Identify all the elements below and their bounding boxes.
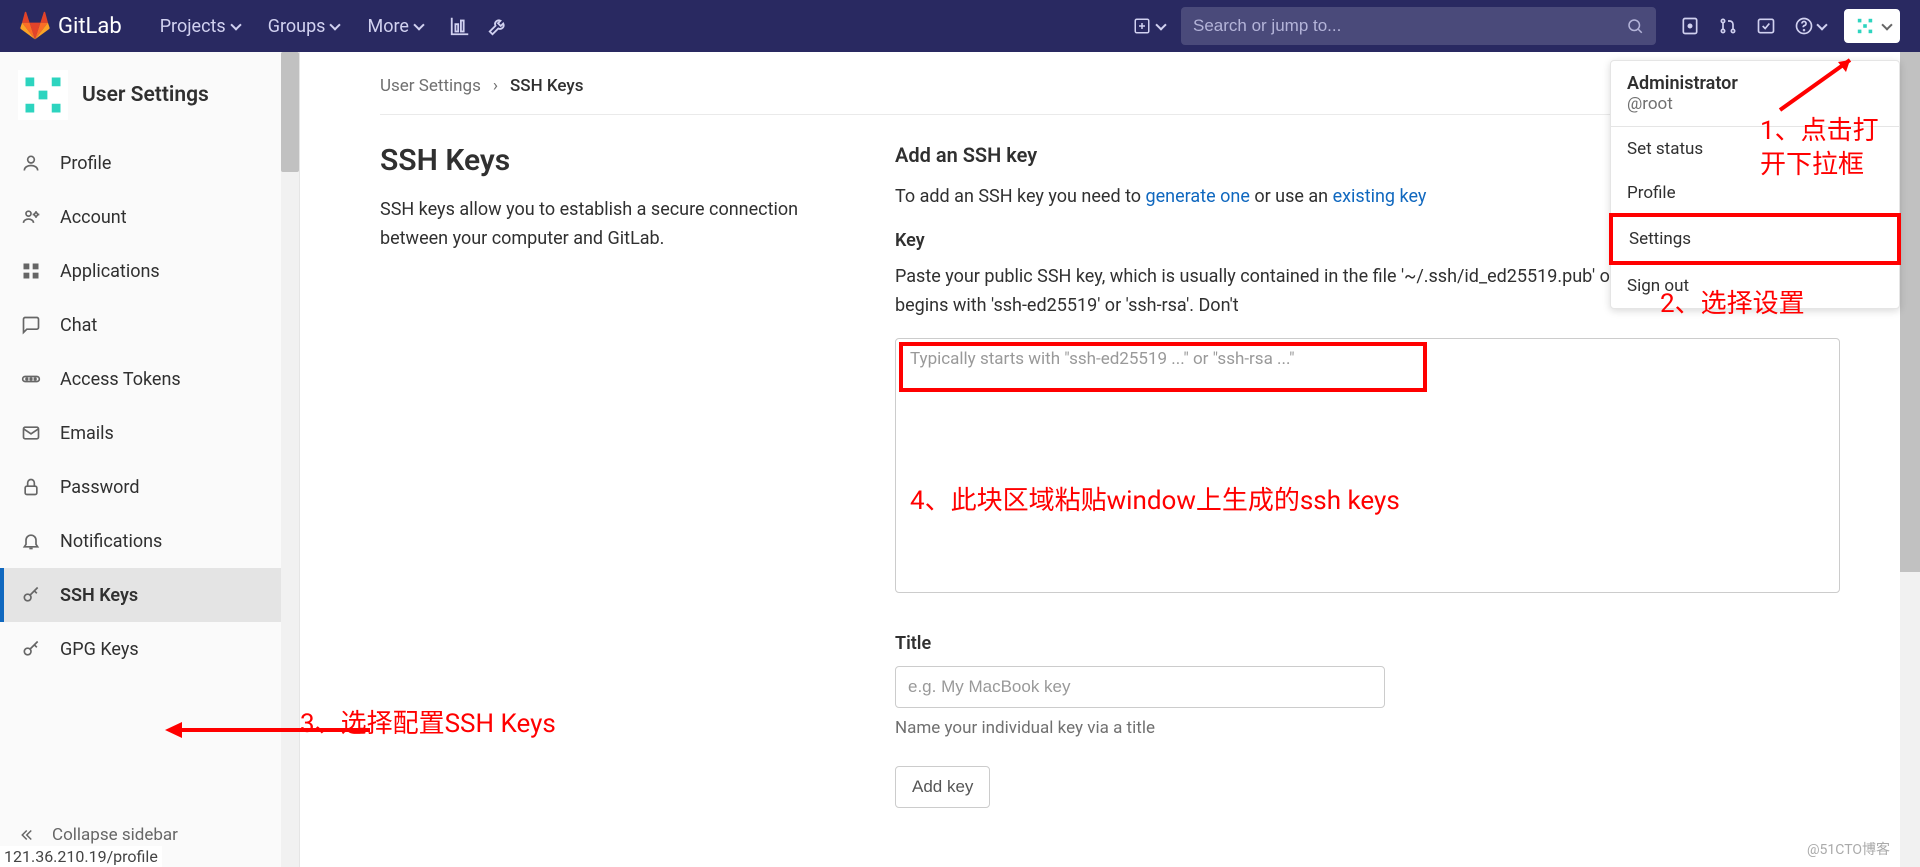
help-icon[interactable] [1794, 16, 1826, 36]
sidebar-scrollbar[interactable] [281, 52, 299, 867]
chat-icon [20, 314, 42, 336]
title-hint: Name your individual key via a title [895, 718, 1840, 738]
user-name: Administrator [1627, 73, 1883, 94]
title-label: Title [895, 633, 1840, 654]
menu-settings[interactable]: Settings [1609, 213, 1901, 265]
collapse-sidebar[interactable]: Collapse sidebar [0, 825, 198, 845]
brand-name: GitLab [58, 14, 122, 39]
profile-icon [20, 152, 42, 174]
sidebar-item-tokens[interactable]: Access Tokens [0, 352, 299, 406]
page-description: SSH keys allow you to establish a secure… [380, 196, 835, 254]
sidebar-item-ssh-keys[interactable]: SSH Keys [0, 568, 299, 622]
link-generate[interactable]: generate one [1146, 186, 1250, 207]
page-heading: SSH Keys [380, 143, 835, 178]
title-input[interactable] [895, 666, 1385, 708]
search-icon [1626, 17, 1644, 35]
sidebar-item-password[interactable]: Password [0, 460, 299, 514]
sidebar-item-account[interactable]: Account [0, 190, 299, 244]
sidebar-item-profile[interactable]: Profile [0, 136, 299, 190]
nav-groups[interactable]: Groups [254, 8, 354, 45]
account-icon [20, 206, 42, 228]
token-icon [20, 368, 42, 390]
avatar-icon [1853, 14, 1877, 38]
key-textarea-wrapper [895, 338, 1840, 593]
email-icon [20, 422, 42, 444]
sidebar-item-notifications[interactable]: Notifications [0, 514, 299, 568]
sidebar: User Settings Profile Account Applicatio… [0, 52, 300, 867]
add-key-button[interactable]: Add key [895, 766, 990, 808]
bell-icon [20, 530, 42, 552]
menu-profile[interactable]: Profile [1611, 171, 1899, 215]
merge-request-icon[interactable] [1718, 16, 1738, 36]
watermark: @51CTO博客 [1807, 839, 1890, 859]
top-navbar: GitLab Projects Groups More [0, 0, 1920, 52]
lock-icon [20, 476, 42, 498]
gitlab-icon [20, 11, 50, 41]
plus-box-icon [1133, 17, 1151, 35]
search-bar[interactable] [1181, 7, 1656, 45]
user-handle: @root [1627, 94, 1883, 114]
link-existing[interactable]: existing key [1333, 186, 1427, 207]
menu-sign-out[interactable]: Sign out [1611, 264, 1899, 308]
user-menu-button[interactable] [1844, 9, 1900, 43]
chevron-left-icon [20, 826, 38, 844]
sidebar-item-chat[interactable]: Chat [0, 298, 299, 352]
issues-icon[interactable] [1680, 16, 1700, 36]
todo-icon[interactable] [1756, 16, 1776, 36]
main-scrollbar[interactable] [1900, 52, 1920, 867]
key-icon [20, 584, 42, 606]
sidebar-item-applications[interactable]: Applications [0, 244, 299, 298]
key-icon [20, 638, 42, 660]
sidebar-item-emails[interactable]: Emails [0, 406, 299, 460]
search-input[interactable] [1193, 16, 1626, 36]
wrench-icon[interactable] [487, 15, 509, 37]
new-dropdown[interactable] [1133, 17, 1165, 35]
breadcrumb-current: SSH Keys [510, 76, 583, 96]
sidebar-title: User Settings [82, 83, 209, 107]
dropdown-header: Administrator @root [1611, 61, 1899, 126]
status-bar-url: 121.36.210.19/profile [0, 846, 162, 867]
sidebar-item-gpg-keys[interactable]: GPG Keys [0, 622, 299, 676]
menu-set-status[interactable]: Set status [1611, 127, 1899, 171]
breadcrumb-parent[interactable]: User Settings [380, 76, 481, 96]
nav-projects[interactable]: Projects [146, 8, 254, 45]
applications-icon [20, 260, 42, 282]
gitlab-logo[interactable]: GitLab [20, 11, 122, 41]
key-textarea[interactable] [910, 349, 1825, 582]
activity-icon[interactable] [449, 15, 471, 37]
user-dropdown: Administrator @root Set status Profile S… [1610, 60, 1900, 309]
sidebar-header: User Settings [0, 52, 299, 136]
avatar-icon [18, 70, 68, 120]
nav-more[interactable]: More [353, 8, 436, 45]
